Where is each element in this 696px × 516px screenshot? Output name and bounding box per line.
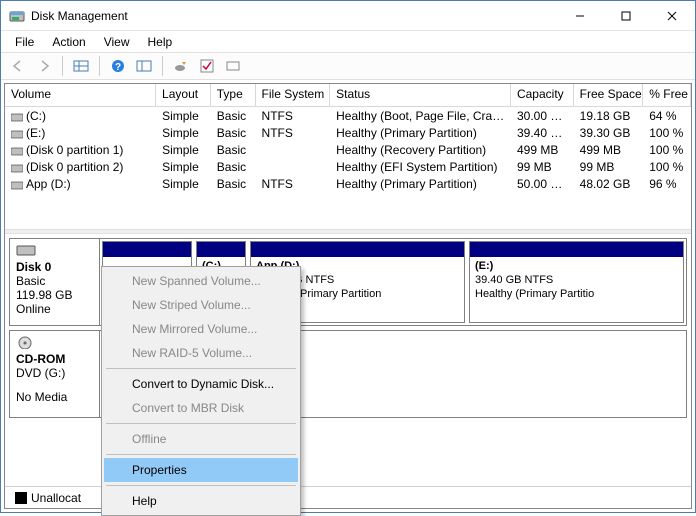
ctx-new-spanned[interactable]: New Spanned Volume... bbox=[104, 269, 298, 293]
disk-0-size: 119.98 GB bbox=[16, 288, 93, 302]
volume-table: Volume Layout Type File System Status Ca… bbox=[5, 84, 691, 229]
table-body: (C:)SimpleBasicNTFSHealthy (Boot, Page F… bbox=[5, 107, 691, 192]
table-header: Volume Layout Type File System Status Ca… bbox=[5, 84, 691, 107]
table-row[interactable]: (Disk 0 partition 2)SimpleBasicHealthy (… bbox=[5, 158, 691, 175]
settings-button[interactable] bbox=[133, 55, 155, 77]
menu-action[interactable]: Action bbox=[44, 33, 93, 51]
ctx-offline[interactable]: Offline bbox=[104, 427, 298, 451]
window-title: Disk Management bbox=[31, 9, 557, 23]
ctx-properties[interactable]: Properties bbox=[104, 458, 298, 482]
back-button[interactable] bbox=[7, 55, 29, 77]
disk-0-state: Online bbox=[16, 302, 93, 316]
ctx-new-striped[interactable]: New Striped Volume... bbox=[104, 293, 298, 317]
col-freespace[interactable]: Free Space bbox=[574, 84, 644, 106]
svg-text:?: ? bbox=[115, 62, 121, 73]
col-pctfree[interactable]: % Free bbox=[643, 84, 691, 106]
help-button[interactable]: ? bbox=[107, 55, 129, 77]
cdrom-icon bbox=[16, 335, 36, 349]
disk-management-window: Disk Management File Action View Help ? … bbox=[0, 0, 696, 513]
col-layout[interactable]: Layout bbox=[156, 84, 211, 106]
partition[interactable]: (E:)39.40 GB NTFSHealthy (Primary Partit… bbox=[469, 241, 684, 323]
forward-button[interactable] bbox=[33, 55, 55, 77]
refresh-button[interactable] bbox=[170, 55, 192, 77]
menu-help[interactable]: Help bbox=[140, 33, 181, 51]
cdrom-label[interactable]: CD-ROM DVD (G:) No Media bbox=[10, 331, 100, 417]
menubar: File Action View Help bbox=[1, 31, 695, 52]
table-row[interactable]: App (D:)SimpleBasicNTFSHealthy (Primary … bbox=[5, 175, 691, 192]
close-button[interactable] bbox=[649, 1, 695, 31]
disk-0-name: Disk 0 bbox=[16, 260, 93, 274]
more-button[interactable] bbox=[222, 55, 244, 77]
disk-0-label[interactable]: Disk 0 Basic 119.98 GB Online bbox=[10, 239, 100, 325]
table-row[interactable]: (C:)SimpleBasicNTFSHealthy (Boot, Page F… bbox=[5, 107, 691, 124]
col-status[interactable]: Status bbox=[330, 84, 511, 106]
toolbar: ? bbox=[1, 52, 695, 80]
col-filesystem[interactable]: File System bbox=[256, 84, 331, 106]
table-row[interactable]: (E:)SimpleBasicNTFSHealthy (Primary Part… bbox=[5, 124, 691, 141]
table-row[interactable]: (Disk 0 partition 1)SimpleBasicHealthy (… bbox=[5, 141, 691, 158]
legend-unallocated: Unallocat bbox=[15, 491, 81, 505]
app-icon bbox=[9, 8, 25, 24]
cdrom-name: CD-ROM bbox=[16, 352, 93, 366]
ctx-convert-mbr[interactable]: Convert to MBR Disk bbox=[104, 396, 298, 420]
ctx-convert-dynamic[interactable]: Convert to Dynamic Disk... bbox=[104, 372, 298, 396]
ctx-new-mirrored[interactable]: New Mirrored Volume... bbox=[104, 317, 298, 341]
cdrom-state: No Media bbox=[16, 390, 93, 404]
col-type[interactable]: Type bbox=[211, 84, 256, 106]
action-checkmark-button[interactable] bbox=[196, 55, 218, 77]
menu-view[interactable]: View bbox=[96, 33, 138, 51]
show-hide-console-button[interactable] bbox=[70, 55, 92, 77]
cdrom-drive: DVD (G:) bbox=[16, 366, 93, 380]
col-volume[interactable]: Volume bbox=[5, 84, 156, 106]
disk-0-type: Basic bbox=[16, 274, 93, 288]
ctx-new-raid5[interactable]: New RAID-5 Volume... bbox=[104, 341, 298, 365]
context-menu: New Spanned Volume... New Striped Volume… bbox=[101, 266, 301, 516]
minimize-button[interactable] bbox=[557, 1, 603, 31]
maximize-button[interactable] bbox=[603, 1, 649, 31]
menu-file[interactable]: File bbox=[7, 33, 42, 51]
col-capacity[interactable]: Capacity bbox=[511, 84, 574, 106]
ctx-help[interactable]: Help bbox=[104, 489, 298, 513]
titlebar: Disk Management bbox=[1, 1, 695, 31]
disk-icon bbox=[16, 243, 36, 257]
